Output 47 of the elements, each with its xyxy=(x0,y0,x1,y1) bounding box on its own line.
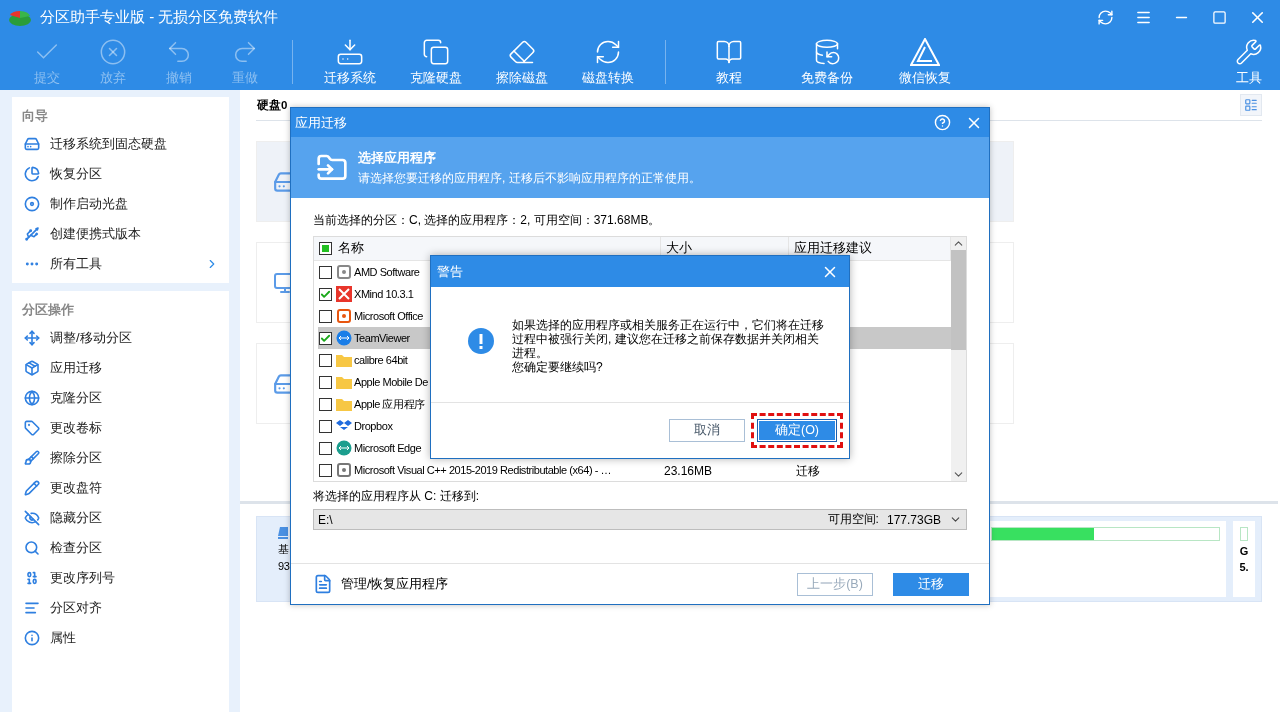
table-cell: 迁移 xyxy=(796,463,820,478)
item-label: 创建便携式版本 xyxy=(50,225,142,243)
header-subtitle: 请选择您要迁移的应用程序, 迁移后不影响应用程序的正常使用。 xyxy=(358,169,701,187)
disk-name: 基 xyxy=(278,542,289,557)
table-cell: 23.16MB xyxy=(664,464,713,478)
item-label: 所有工具 xyxy=(50,255,103,273)
item-label: 迁移系统到固态硬盘 xyxy=(50,135,168,153)
table-cell: Microsoft Edge xyxy=(354,442,422,454)
table-cell: Microsoft Office xyxy=(354,310,423,322)
table-cell: XMind 10.3.1 xyxy=(354,288,414,300)
disk-title: 硬盘0 xyxy=(257,97,288,113)
item-label: 制作启动光盘 xyxy=(50,195,129,213)
warning-message: 如果选择的应用程序或相关服务正在运行中，它们将在迁移过程中被强行关闭, 建议您在迁移之前保存数据并关闭相关进程。 xyxy=(512,318,825,360)
item-label: 恢复分区 xyxy=(50,165,103,183)
table-cell: AMD Software xyxy=(354,266,420,278)
item-label: 更改序列号 xyxy=(50,569,116,587)
target-label: 将选择的应用程序从 C: 迁移到: xyxy=(313,488,479,505)
header-title: 选择应用程序 xyxy=(358,148,437,167)
table-cell: Apple 应用程序 xyxy=(354,396,425,412)
item-label: 分区对齐 xyxy=(50,599,103,617)
table-cell: Microsoft Visual C++ 2015-2019 Redistributable (x64) - … xyxy=(354,464,612,476)
partition-letter: G xyxy=(1239,545,1249,557)
item-label: 调整/移动分区 xyxy=(50,329,133,347)
item-label: 更改卷标 xyxy=(50,419,103,437)
dialog-title: 警告 xyxy=(437,262,464,281)
disk-size: 93 xyxy=(278,560,290,572)
table-cell: calibre 64bit xyxy=(354,354,408,366)
item-label: 更改盘符 xyxy=(50,479,103,497)
column-header: 应用迁移建议 xyxy=(794,240,872,257)
item-label: 隐藏分区 xyxy=(50,509,103,527)
item-label: 属性 xyxy=(50,629,77,647)
summary-text: 当前选择的分区：C, 选择的应用程序：2, 可用空间：371.68MB。 xyxy=(313,212,661,229)
column-header: 名称 xyxy=(338,240,364,257)
item-label: 克隆分区 xyxy=(50,389,103,407)
item-label: 应用迁移 xyxy=(50,359,103,377)
table-cell: TeamViewer xyxy=(354,332,410,344)
dialog-title: 应用迁移 xyxy=(295,113,348,132)
table-cell: Apple Mobile De xyxy=(354,376,428,388)
item-label: 检查分区 xyxy=(50,539,103,557)
section-heading: 向导 xyxy=(21,107,49,125)
section-heading: 分区操作 xyxy=(21,301,75,319)
warning-question: 您确定要继续吗? xyxy=(512,360,604,374)
window-title: 分区助手专业版 - 无损分区免费软件 xyxy=(40,7,280,27)
partition-size: 5. xyxy=(1239,561,1249,573)
item-label: 擦除分区 xyxy=(50,449,103,467)
table-cell: Dropbox xyxy=(354,420,393,432)
column-header: 大小 xyxy=(666,240,692,257)
